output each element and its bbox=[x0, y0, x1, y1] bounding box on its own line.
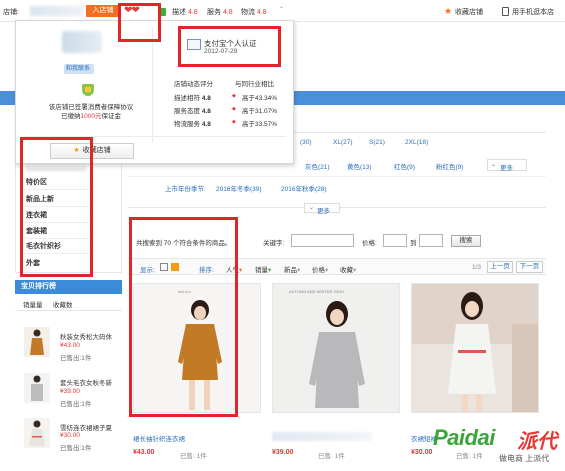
filter-row-divider bbox=[128, 176, 546, 177]
chevron-down-icon: ⌄ bbox=[491, 162, 497, 168]
rank-item-sold: 已售出:1件 bbox=[60, 445, 92, 452]
chevron-up-icon[interactable]: ⌃ bbox=[279, 6, 284, 13]
color-filter-yellow[interactable]: 黄色(13) bbox=[347, 161, 372, 171]
contact-seller-tag[interactable]: 和我联系 bbox=[64, 64, 94, 74]
size-filter-1[interactable]: (30) bbox=[300, 139, 312, 146]
enter-shop-button[interactable]: 入店铺 bbox=[86, 5, 120, 17]
size-filter-3[interactable]: S(21) bbox=[369, 139, 385, 146]
rank-item-price: ¥39.00 bbox=[60, 388, 80, 395]
rank-item-title[interactable]: 秋装女秀松大码休 bbox=[60, 331, 112, 341]
rank-item-title[interactable]: 套头毛衣女秋冬新 bbox=[60, 377, 112, 387]
service-score-label: 服务 4.8 bbox=[207, 9, 233, 16]
more-colors-label: 更多 bbox=[500, 165, 513, 172]
rank-item-image[interactable] bbox=[24, 418, 50, 448]
page-info: 1/3 bbox=[472, 264, 482, 271]
price-to-label: 到 bbox=[410, 240, 417, 247]
annotation-box-rating bbox=[118, 3, 161, 42]
rank-item-price: ¥30.00 bbox=[60, 432, 80, 439]
ranking-header: 宝贝排行榜 bbox=[15, 280, 122, 294]
shop-logo bbox=[62, 31, 102, 53]
filter-divider bbox=[294, 132, 546, 133]
rank-item-image[interactable] bbox=[24, 373, 50, 403]
next-page-button[interactable]: 下一页 bbox=[516, 261, 543, 273]
sort-sales[interactable]: 销量▾ bbox=[255, 264, 271, 274]
diamond-icon: ◆ bbox=[232, 106, 236, 112]
mobile-shop-link[interactable]: 用手机逛本店 bbox=[512, 7, 554, 17]
more-colors-button[interactable]: ⌄ 更多 bbox=[487, 159, 527, 172]
tab-collect[interactable]: 收藏数 bbox=[53, 299, 73, 309]
guarantee-shield-icon bbox=[82, 84, 94, 96]
color-filter-red[interactable]: 红色(9) bbox=[394, 161, 415, 171]
product-price: ¥30.00 bbox=[411, 449, 433, 456]
logistics-score-label: 物流 4.8 bbox=[241, 9, 267, 16]
price-label: 价格: bbox=[362, 240, 377, 247]
keyword-input[interactable] bbox=[291, 234, 354, 247]
rating-row: 物流服务 4.8 ◆ 高于33.57% bbox=[174, 119, 278, 128]
product-price: ¥43.00 bbox=[133, 449, 155, 456]
expand-filters-button[interactable]: ⌄ 更多 bbox=[304, 203, 340, 215]
rank-item-title[interactable]: 雪纺连衣裙裙子夏 bbox=[60, 422, 112, 432]
annotation-box-categories bbox=[20, 137, 93, 277]
color-filter-pink[interactable]: 粉红色(9) bbox=[436, 161, 463, 171]
product-price: ¥39.00 bbox=[272, 449, 294, 456]
search-button[interactable]: 搜索 bbox=[451, 235, 481, 247]
chevron-down-icon: ⌄ bbox=[309, 205, 315, 211]
sort-price[interactable]: 价格▾ bbox=[312, 264, 328, 274]
product-image[interactable]: AUTUMN AND WINTER GRAY bbox=[273, 284, 400, 413]
rating-head-left: 店铺动态评分 bbox=[174, 81, 213, 88]
diamond-icon: ◆ bbox=[232, 93, 236, 99]
annotation-box-search bbox=[129, 217, 238, 417]
paidai-watermark: Paidai 派代 做电商 上派代 bbox=[433, 425, 563, 469]
price-min-input[interactable] bbox=[383, 234, 407, 247]
rating-head-right: 与同行业相比 bbox=[235, 81, 274, 88]
product-card[interactable]: AUTUMN AND WINTER GRAY bbox=[272, 283, 400, 413]
rating-row: 描述相符 4.8 ◆ 高于43.34% bbox=[174, 93, 278, 102]
product-sold: 已售: 1件 bbox=[180, 453, 207, 460]
sort-newest[interactable]: 新品▾ bbox=[284, 264, 300, 274]
guarantee-line-2: 已缴纳1000元保证金 bbox=[61, 113, 121, 120]
tab-sales[interactable]: 销量量 bbox=[23, 299, 43, 309]
season-filter-label: 上市年份季节: bbox=[165, 186, 206, 193]
guarantee-line-1: 该店铺已签署消费者保障协议 bbox=[48, 104, 134, 111]
size-filter-4[interactable]: 2XL(18) bbox=[405, 139, 428, 146]
expand-filters-label: 更多 bbox=[317, 208, 330, 215]
desc-score-label: 描述 4.8 bbox=[172, 9, 198, 16]
prev-page-button[interactable]: 上一页 bbox=[487, 261, 513, 273]
star-icon: ★ bbox=[444, 6, 453, 16]
rank-item-price: ¥43.00 bbox=[60, 342, 80, 349]
product-title[interactable]: 裙长袖针织连衣裙 bbox=[133, 433, 185, 443]
color-filter-gray[interactable]: 灰色(21) bbox=[305, 161, 330, 171]
blurred-product-title bbox=[272, 432, 372, 441]
blurred-shop-name bbox=[30, 6, 84, 16]
watermark-brand-cn: 派代 bbox=[517, 431, 557, 453]
shop-label: 店铺: bbox=[3, 9, 19, 16]
annotation-box-cert bbox=[178, 26, 281, 67]
rank-item-sold: 已售出:1件 bbox=[60, 355, 92, 362]
watermark-brand-en: Paidai bbox=[433, 425, 495, 450]
keyword-label: 关键字: bbox=[263, 240, 285, 247]
mobile-icon bbox=[502, 7, 509, 16]
size-filter-2[interactable]: XL(27) bbox=[333, 139, 353, 146]
ranking-tabs: 销量量 收藏数 bbox=[15, 294, 122, 311]
guarantee-text: 该店铺已签署消费者保障协议 已缴纳1000元保证金 bbox=[36, 103, 146, 121]
product-card[interactable] bbox=[411, 283, 539, 413]
watermark-slogan: 做电商 上派代 bbox=[499, 454, 550, 463]
svg-text:AUTUMN AND WINTER GRAY: AUTUMN AND WINTER GRAY bbox=[289, 289, 345, 294]
season-filter-winter[interactable]: 2016年冬季(39) bbox=[216, 183, 262, 193]
product-image[interactable] bbox=[412, 284, 539, 413]
page: 店铺: 入店铺 ❤❤ 描述 4.8 服务 4.8 物流 4.8 ⌃ ★ 收藏店铺… bbox=[0, 0, 565, 471]
popup-column-divider bbox=[152, 27, 153, 142]
sort-favorites[interactable]: 收藏▾ bbox=[340, 264, 356, 274]
rating-row: 服务态度 4.8 ◆ 高于31.07% bbox=[174, 106, 278, 115]
collect-shop-link[interactable]: 收藏店铺 bbox=[455, 7, 483, 17]
shop-top-bar: 店铺: 入店铺 ❤❤ 描述 4.8 服务 4.8 物流 4.8 ⌃ ★ 收藏店铺… bbox=[0, 0, 565, 22]
rank-item-sold: 已售出:1件 bbox=[60, 401, 92, 408]
price-max-input[interactable] bbox=[419, 234, 443, 247]
rank-item-image[interactable] bbox=[24, 327, 50, 357]
product-sold: 已售: 1件 bbox=[318, 453, 345, 460]
diamond-icon: ◆ bbox=[232, 119, 236, 125]
season-filter-autumn[interactable]: 2016年秋季(28) bbox=[281, 183, 327, 193]
